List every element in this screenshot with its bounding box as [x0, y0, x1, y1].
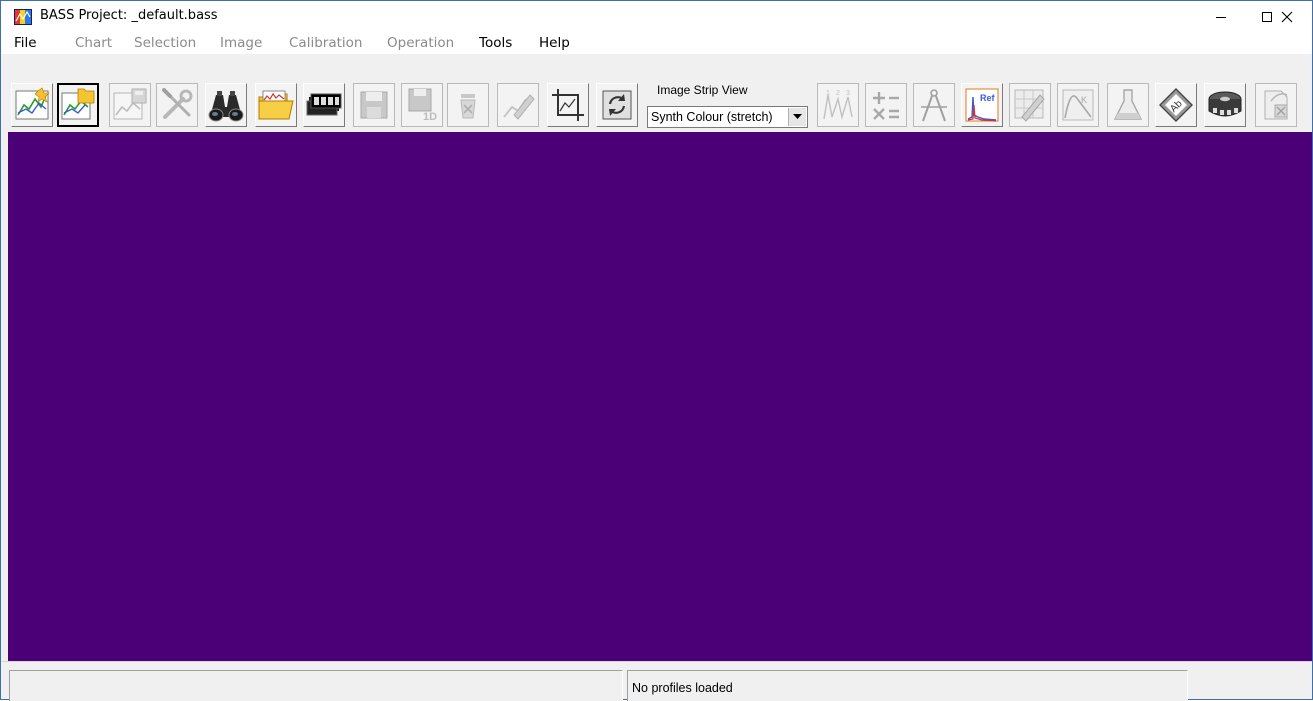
- ref-label: Ref: [980, 93, 996, 103]
- menu-calibration[interactable]: Calibration: [289, 35, 362, 51]
- math-operations-button[interactable]: [865, 83, 907, 127]
- search-button[interactable]: [205, 83, 247, 127]
- save-button[interactable]: [353, 83, 395, 127]
- status-bar: No profiles loaded: [1, 661, 1312, 701]
- pencil-chart-icon: [503, 94, 535, 120]
- menu-selection[interactable]: Selection: [134, 35, 196, 51]
- new-project-button[interactable]: [11, 83, 53, 127]
- new-chart-icon: [15, 87, 50, 120]
- numbered-peaks-button[interactable]: 1 2 3: [817, 83, 859, 127]
- status-panel-right: No profiles loaded: [627, 670, 1188, 701]
- chevron-down-icon: [793, 114, 802, 119]
- film-reel-button[interactable]: [1204, 83, 1246, 127]
- close-icon: [1281, 11, 1293, 22]
- pencil-grid-icon: [1014, 89, 1045, 122]
- reference-button[interactable]: Ref: [961, 83, 1003, 127]
- math-operators-icon: [873, 92, 899, 120]
- title-bar[interactable]: BASS Project: _default.bass: [1, 1, 1312, 32]
- svg-text:3: 3: [846, 90, 850, 97]
- dropdown-arrow-button[interactable]: [788, 108, 806, 126]
- status-panel-left: [9, 670, 623, 701]
- reference-spectrum-icon: Ref: [965, 88, 999, 122]
- measure-button[interactable]: [913, 83, 955, 127]
- save-chart-icon: [113, 88, 147, 120]
- delete-button[interactable]: [447, 83, 489, 127]
- film-reel-icon: [1208, 91, 1242, 117]
- calibrate-button[interactable]: [1009, 83, 1051, 127]
- status-message: No profiles loaded: [632, 681, 733, 695]
- open-project-button[interactable]: [57, 83, 99, 127]
- save-chart-button[interactable]: [109, 83, 151, 127]
- menu-bar: File Chart Selection Image Calibration O…: [1, 32, 1312, 54]
- floppy-disk-1d-icon: 1D: [408, 88, 437, 123]
- minimize-button[interactable]: [1198, 1, 1244, 32]
- menu-chart[interactable]: Chart: [75, 35, 112, 51]
- open-chart-icon: [61, 88, 95, 120]
- edit-button[interactable]: [497, 83, 539, 127]
- crop-icon: [552, 89, 584, 121]
- menu-help[interactable]: Help: [539, 35, 570, 51]
- save-1d-button[interactable]: 1D: [401, 83, 443, 127]
- image-strip-view-select[interactable]: Synth Colour (stretch): [647, 106, 808, 128]
- binoculars-icon: [208, 91, 244, 122]
- menu-file[interactable]: File: [14, 35, 37, 51]
- kelvin-button[interactable]: K: [1057, 83, 1099, 127]
- crop-button[interactable]: [547, 83, 589, 127]
- spectrum-folder-icon: [258, 90, 294, 120]
- image-display-area[interactable]: [8, 132, 1312, 661]
- menu-tools[interactable]: Tools: [479, 35, 512, 51]
- trash-icon: [460, 94, 476, 119]
- menu-image[interactable]: Image: [220, 35, 262, 51]
- export-button[interactable]: [1255, 83, 1297, 127]
- svg-text:2: 2: [836, 90, 840, 97]
- ab-tag-icon: Ab: [1159, 88, 1193, 122]
- image-strip-view-label: Image Strip View: [657, 83, 748, 97]
- blackbody-curve-icon: K: [1062, 89, 1094, 121]
- chemistry-button[interactable]: [1107, 83, 1149, 127]
- svg-text:1: 1: [826, 90, 830, 97]
- app-window: BASS Project: _default.bass File Chart S…: [0, 0, 1313, 701]
- open-spectrum-button[interactable]: [255, 83, 297, 127]
- close-button[interactable]: [1264, 1, 1310, 32]
- film-strip-icon: [306, 93, 342, 116]
- compass-icon: [921, 89, 947, 122]
- line-identification-button[interactable]: Ab: [1155, 83, 1197, 127]
- one-d-label: 1D: [423, 111, 437, 123]
- wrench-screwdriver-icon: [162, 88, 193, 119]
- numbered-peaks-icon: 1 2 3: [823, 90, 853, 120]
- minimize-icon: [1216, 16, 1226, 18]
- menu-operation[interactable]: Operation: [387, 35, 454, 51]
- refresh-icon: [602, 90, 632, 120]
- open-image-button[interactable]: [303, 83, 345, 127]
- window-title: BASS Project: _default.bass: [40, 8, 218, 23]
- image-strip-view-value: Synth Colour (stretch): [651, 110, 773, 124]
- floppy-disk-icon: [360, 91, 388, 119]
- settings-button[interactable]: [156, 83, 198, 127]
- bass-app-icon: [14, 9, 32, 25]
- refresh-button[interactable]: [596, 83, 638, 127]
- svg-text:K: K: [1081, 95, 1087, 105]
- export-document-icon: [1264, 90, 1288, 120]
- flask-icon: [1113, 89, 1143, 120]
